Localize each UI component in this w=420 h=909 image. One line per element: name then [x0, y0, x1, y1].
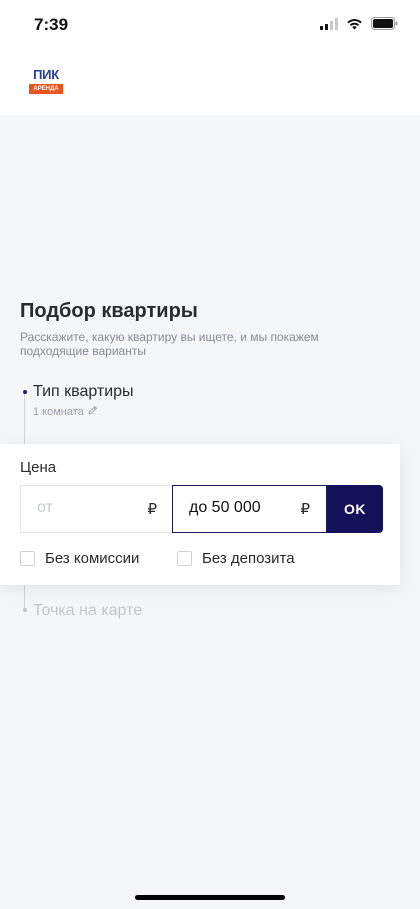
screen: 7:39 ПИК АРЕНДА Подбор квартиры Расскажи… — [0, 0, 420, 909]
pencil-icon[interactable] — [88, 405, 98, 418]
status-icons — [320, 17, 398, 35]
logo-top-text: ПИК — [33, 67, 59, 82]
signal-icon — [320, 17, 338, 35]
step-dot-active — [22, 390, 27, 394]
ruble-currency-icon: ₽ — [147, 501, 157, 518]
ruble-currency-icon: ₽ — [300, 501, 310, 518]
price-to-field[interactable]: ₽ — [172, 485, 327, 533]
no-commission-option[interactable]: Без комиссии — [20, 550, 139, 567]
no-deposit-option[interactable]: Без депозита — [177, 550, 295, 567]
wifi-icon — [346, 17, 363, 35]
step-apartment-type-value[interactable]: 1 комната — [33, 405, 98, 418]
step-apartment-type-value-text: 1 комната — [33, 405, 84, 418]
logo-bottom-text: АРЕНДА — [29, 84, 63, 94]
battery-icon — [371, 17, 398, 35]
step-map-point-title[interactable]: Точка на карте — [33, 602, 142, 620]
ok-button[interactable]: OK — [327, 485, 383, 533]
no-deposit-checkbox[interactable] — [177, 551, 192, 566]
no-deposit-label: Без депозита — [202, 550, 295, 567]
pik-arenda-logo[interactable]: ПИК АРЕНДА — [29, 64, 63, 96]
app-header: ПИК АРЕНДА — [0, 50, 420, 115]
step-apartment-type-title[interactable]: Тип квартиры — [33, 383, 134, 401]
page-subtitle: Расскажите, какую квартиру вы ищете, и м… — [20, 330, 319, 358]
status-time: 7:39 — [34, 15, 69, 34]
price-filter-card: Цена ₽ ₽ OK Без комиссии Без депозита — [0, 444, 400, 585]
home-indicator[interactable] — [135, 895, 285, 900]
no-commission-label: Без комиссии — [45, 550, 140, 567]
no-commission-checkbox[interactable] — [20, 551, 35, 566]
price-from-field[interactable]: ₽ — [20, 485, 173, 533]
price-to-input[interactable] — [189, 499, 289, 517]
price-from-input[interactable] — [37, 499, 137, 517]
status-bar: 7:39 — [0, 0, 420, 50]
price-label: Цена — [20, 459, 57, 476]
page-title: Подбор квартиры — [20, 300, 198, 322]
step-dot-muted — [22, 608, 27, 612]
